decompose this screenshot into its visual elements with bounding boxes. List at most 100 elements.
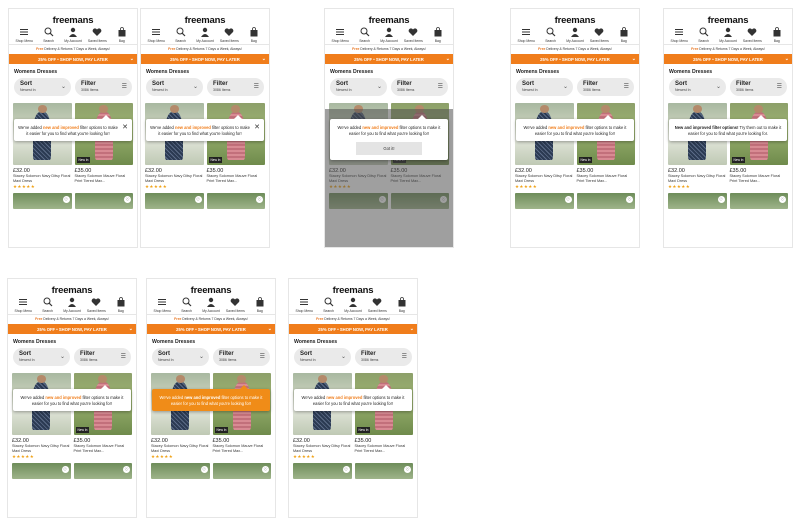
promo-banner[interactable]: 25% OFF • SHOP NOW, PAY LATER ⌄: [8, 324, 136, 334]
filter-button[interactable]: Filter 3086 Items ☰: [730, 78, 787, 96]
close-icon[interactable]: ✕: [254, 124, 260, 131]
delivery-banner[interactable]: Free Delivery & Returns 7 Days a Week, A…: [141, 47, 269, 51]
nav-menu[interactable]: Shop Menu: [144, 26, 168, 43]
nav-bag[interactable]: Bag: [110, 26, 134, 43]
nav-menu[interactable]: Shop Menu: [12, 26, 36, 43]
product-name[interactable]: Stacey Solomon Mauve Floral Print Tiered…: [213, 444, 272, 454]
product-card[interactable]: £32.00Stacey Solomon Navy Ditsy Floral M…: [151, 373, 210, 460]
product-card[interactable]: £32.00Stacey Solomon Navy Ditsy Floral M…: [145, 103, 204, 190]
product-card[interactable]: £32.00Stacey Solomon Navy Ditsy Floral M…: [293, 373, 352, 460]
nav-heart[interactable]: Saved Items: [401, 26, 425, 43]
delivery-banner[interactable]: Free Delivery & Returns 7 Days a Week, A…: [289, 317, 417, 321]
nav-menu[interactable]: Shop Menu: [11, 296, 35, 313]
heart-icon[interactable]: ♡: [342, 466, 350, 473]
delivery-banner[interactable]: Free Delivery & Returns 7 Days a Week, A…: [8, 317, 136, 321]
delivery-banner[interactable]: Free Delivery & Returns 7 Days a Week, A…: [147, 317, 275, 321]
heart-icon[interactable]: ♡: [124, 196, 131, 203]
product-image[interactable]: ♡: [12, 463, 71, 479]
nav-search[interactable]: Search: [36, 296, 60, 313]
product-name[interactable]: Stacey Solomon Navy Ditsy Floral Maxi Dr…: [151, 444, 210, 454]
nav-search[interactable]: Search: [175, 296, 199, 313]
nav-heart[interactable]: Saved Items: [85, 26, 109, 43]
nav-bag[interactable]: Bag: [765, 26, 789, 43]
nav-account[interactable]: My Account: [199, 296, 223, 313]
sort-button[interactable]: Sort Newest In ⌄: [14, 78, 71, 96]
nav-search[interactable]: Search: [317, 296, 341, 313]
heart-icon[interactable]: ♡: [626, 196, 633, 203]
nav-account[interactable]: My Account: [193, 26, 217, 43]
product-image[interactable]: ♡: [212, 463, 271, 479]
product-card[interactable]: £32.00Stacey Solomon Navy Ditsy Floral M…: [668, 103, 727, 190]
heart-icon[interactable]: ♡: [256, 196, 263, 203]
freemans-logo[interactable]: freemans: [8, 285, 136, 296]
sort-button[interactable]: Sort Newest In ⌄: [330, 78, 387, 96]
promo-banner[interactable]: 25% OFF • SHOP NOW, PAY LATER ⌄: [141, 54, 269, 64]
product-card[interactable]: £32.00Stacey Solomon Navy Ditsy Floral M…: [12, 373, 71, 460]
filter-button[interactable]: Filter 3086 Items ☰: [391, 78, 448, 96]
product-name[interactable]: Stacey Solomon Mauve Floral Print Tiered…: [355, 444, 414, 454]
heart-icon[interactable]: ♡: [779, 196, 786, 203]
filter-button[interactable]: Filter 3086 Items ☰: [577, 78, 634, 96]
nav-menu[interactable]: Shop Menu: [328, 26, 352, 43]
product-name[interactable]: Stacey Solomon Mauve Floral Print Tiered…: [730, 174, 789, 184]
sort-button[interactable]: Sort Newest In ⌄: [13, 348, 70, 366]
product-image[interactable]: ♡: [515, 193, 574, 209]
nav-menu[interactable]: Shop Menu: [150, 296, 174, 313]
product-image[interactable]: ♡: [729, 193, 788, 209]
heart-icon[interactable]: ♡: [62, 196, 70, 203]
filter-button[interactable]: Filter 3086 Items ☰: [207, 78, 264, 96]
nav-heart[interactable]: Saved Items: [740, 26, 764, 43]
product-name[interactable]: Stacey Solomon Mauve Floral Print Tiered…: [74, 444, 133, 454]
freemans-logo[interactable]: freemans: [141, 15, 269, 26]
nav-account[interactable]: My Account: [60, 296, 84, 313]
promo-banner[interactable]: 25% OFF • SHOP NOW, PAY LATER ⌄: [289, 324, 417, 334]
nav-account[interactable]: My Account: [716, 26, 740, 43]
product-name[interactable]: Stacey Solomon Navy Ditsy Floral Maxi Dr…: [13, 174, 72, 184]
freemans-logo[interactable]: freemans: [664, 15, 792, 26]
product-image[interactable]: ♡: [13, 193, 72, 209]
sort-button[interactable]: Sort Newest In ⌄: [152, 348, 209, 366]
delivery-banner[interactable]: Free Delivery & Returns 7 Days a Week, A…: [9, 47, 137, 51]
nav-menu[interactable]: Shop Menu: [292, 296, 316, 313]
got-it-button[interactable]: Got it!: [356, 142, 422, 156]
nav-heart[interactable]: Saved Items: [223, 296, 247, 313]
product-image[interactable]: ♡: [73, 463, 132, 479]
close-icon[interactable]: ✕: [122, 124, 128, 131]
product-name[interactable]: Stacey Solomon Navy Ditsy Floral Maxi Dr…: [293, 444, 352, 454]
heart-icon[interactable]: ♡: [61, 466, 69, 473]
nav-bag[interactable]: Bag: [248, 296, 272, 313]
product-name[interactable]: Stacey Solomon Navy Ditsy Floral Maxi Dr…: [12, 444, 71, 454]
heart-icon[interactable]: ♡: [262, 466, 269, 473]
nav-account[interactable]: My Account: [341, 296, 365, 313]
product-image[interactable]: ♡: [206, 193, 265, 209]
delivery-banner[interactable]: Free Delivery & Returns 7 Days a Week, A…: [664, 47, 792, 51]
nav-menu[interactable]: Shop Menu: [667, 26, 691, 43]
filter-button[interactable]: Filter 3086 Items ☰: [213, 348, 270, 366]
sort-button[interactable]: Sort Newest In ⌄: [146, 78, 203, 96]
freemans-logo[interactable]: freemans: [325, 15, 453, 26]
product-card[interactable]: £32.00Stacey Solomon Navy Ditsy Floral M…: [515, 103, 574, 190]
nav-bag[interactable]: Bag: [390, 296, 414, 313]
product-image[interactable]: ♡: [354, 463, 413, 479]
promo-banner[interactable]: 25% OFF • SHOP NOW, PAY LATER ⌄: [147, 324, 275, 334]
nav-search[interactable]: Search: [353, 26, 377, 43]
sort-button[interactable]: Sort Newest In ⌄: [669, 78, 726, 96]
heart-icon[interactable]: ♡: [194, 196, 202, 203]
product-name[interactable]: Stacey Solomon Mauve Floral Print Tiered…: [577, 174, 636, 184]
product-image[interactable]: ♡: [151, 463, 210, 479]
nav-menu[interactable]: Shop Menu: [514, 26, 538, 43]
product-image[interactable]: ♡: [145, 193, 204, 209]
promo-banner[interactable]: 25% OFF • SHOP NOW, PAY LATER ⌄: [664, 54, 792, 64]
product-image[interactable]: ♡: [668, 193, 727, 209]
sort-button[interactable]: Sort Newest In ⌄: [516, 78, 573, 96]
nav-bag[interactable]: Bag: [242, 26, 266, 43]
product-name[interactable]: Stacey Solomon Mauve Floral Print Tiered…: [207, 174, 266, 184]
filter-button[interactable]: Filter 3086 Items ☰: [75, 78, 132, 96]
filter-button[interactable]: Filter 3086 Items ☰: [74, 348, 131, 366]
nav-heart[interactable]: Saved Items: [365, 296, 389, 313]
heart-icon[interactable]: ♡: [717, 196, 725, 203]
nav-account[interactable]: My Account: [563, 26, 587, 43]
nav-search[interactable]: Search: [169, 26, 193, 43]
filter-button[interactable]: Filter 3086 Items ☰: [355, 348, 412, 366]
product-name[interactable]: Stacey Solomon Navy Ditsy Floral Maxi Dr…: [515, 174, 574, 184]
